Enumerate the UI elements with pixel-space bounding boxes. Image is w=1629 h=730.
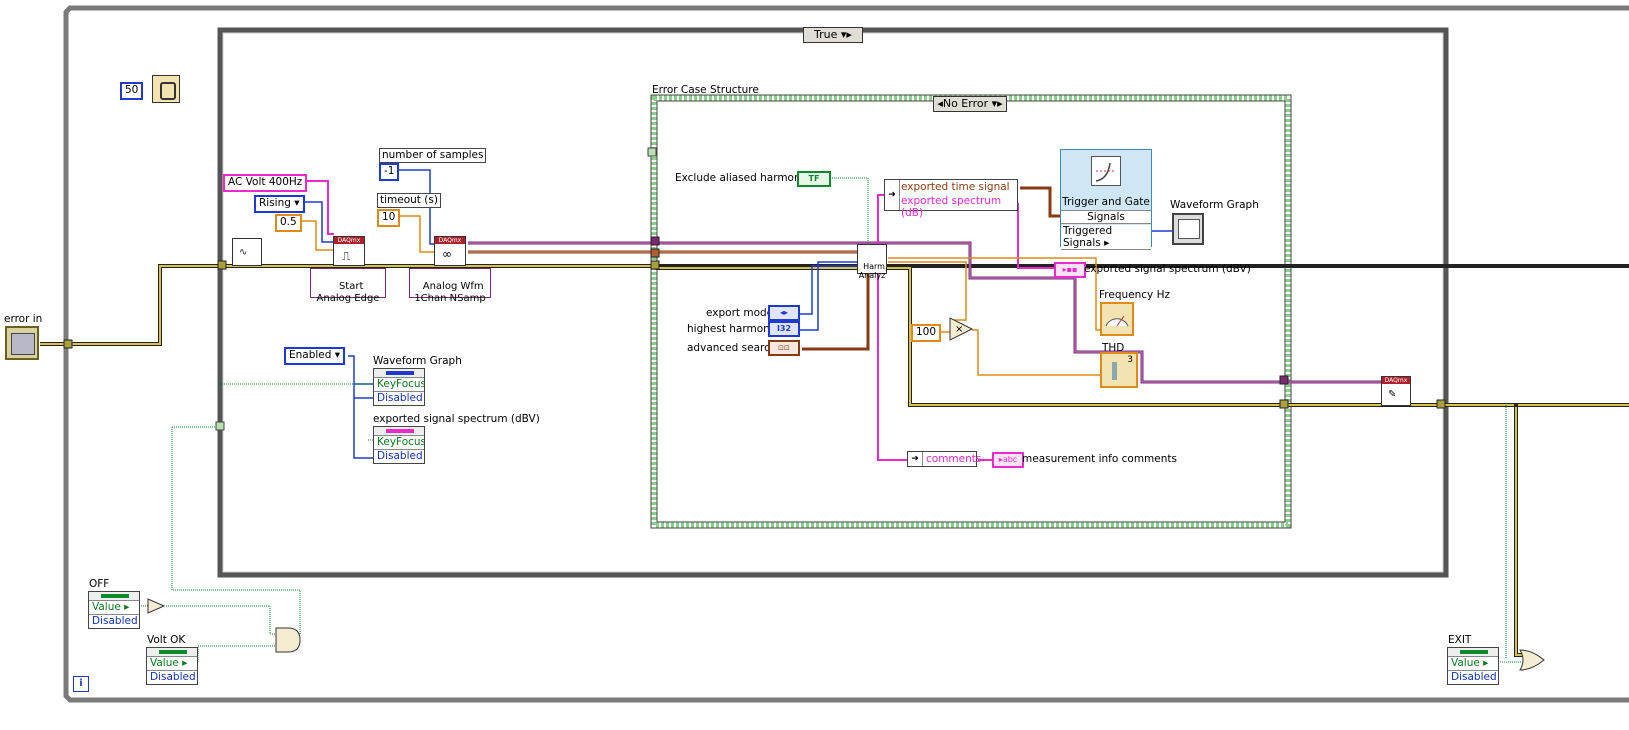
error-in-cluster-icon[interactable] — [5, 326, 39, 360]
graph1-property-node[interactable]: KeyFocus Disabled — [373, 368, 425, 406]
physical-channel-constant[interactable]: AC Volt 400Hz — [223, 174, 308, 192]
off-label: OFF — [89, 578, 110, 590]
waveform-graph-terminal-icon[interactable] — [1172, 213, 1204, 245]
frequency-label: Frequency Hz — [1099, 289, 1170, 301]
trigger-graph-icon — [1091, 156, 1121, 186]
trigger-triggered-label: Triggered Signals — [1063, 225, 1113, 249]
graph1-prop-label: Waveform Graph — [373, 355, 462, 367]
hundred-constant[interactable]: 100 — [911, 324, 942, 342]
frequency-gauge-icon[interactable] — [1100, 302, 1134, 336]
comments-indicator-label: measurement info comments — [1022, 453, 1177, 465]
export-mode-control[interactable]: ◂▸ — [768, 305, 800, 321]
graph2-disabled-row[interactable]: Disabled — [374, 450, 424, 463]
trigger-and-gate-express-vi[interactable]: Trigger and Gate Signals Triggered Signa… — [1060, 149, 1152, 250]
volt-ok-disabled-row[interactable]: Disabled — [147, 671, 197, 684]
trigger-title: Trigger and Gate — [1062, 196, 1150, 208]
volt-ok-value-label: Value — [150, 657, 179, 669]
block-diagram-wires — [40, 5, 1629, 703]
wait-timer-icon[interactable] — [152, 75, 180, 103]
off-property-node[interactable]: Value ▸ Disabled — [88, 591, 140, 629]
or-gate-shape — [1519, 649, 1545, 671]
exclude-aliased-label: Exclude aliased harmonics — [675, 172, 815, 184]
enabled-state-value: Enabled — [289, 349, 332, 361]
thd-meter-icon[interactable]: 3 — [1100, 352, 1138, 388]
daq-create-channel-icon[interactable]: ∿ — [232, 238, 262, 266]
off-value-row[interactable]: Value ▸ — [89, 601, 139, 615]
graph2-property-node[interactable]: KeyFocus Disabled — [373, 426, 425, 464]
multiply-icon: × — [955, 324, 964, 335]
outer-case-selector-value: True — [814, 28, 838, 41]
volt-ok-label: Volt OK — [147, 634, 186, 646]
off-disabled-row[interactable]: Disabled — [89, 615, 139, 628]
advanced-search-label: advanced search — [687, 342, 777, 354]
exported-spectrum-row[interactable]: exported spectrum (dB) — [901, 195, 1017, 219]
graph2-prop-label: exported signal spectrum (dBV) — [373, 413, 540, 425]
exit-value-row[interactable]: Value ▸ — [1448, 657, 1498, 671]
daq-read-selector[interactable]: Analog Wfm 1Chan NSamp — [409, 268, 491, 304]
outer-case-frame — [217, 27, 1449, 578]
not-gate-shape — [147, 598, 166, 614]
daq-start-trigger-selector[interactable]: Start Analog Edge — [310, 268, 386, 304]
daq-read-label: Analog Wfm 1Chan NSamp — [414, 281, 486, 304]
error-case-selector-value: No Error — [942, 97, 989, 110]
graph1-keyfocus-row[interactable]: KeyFocus — [374, 378, 424, 392]
harmonic-analyzer-express-vi[interactable]: Harm. Analyz — [857, 244, 888, 280]
iteration-terminal[interactable]: i — [73, 676, 89, 692]
error-case-label: Error Case Structure — [652, 84, 759, 96]
volt-ok-value-row[interactable]: Value ▸ — [147, 657, 197, 671]
export-mode-label: export mode — [706, 307, 774, 319]
volt-ok-property-node[interactable]: Value ▸ Disabled — [146, 647, 198, 685]
off-value-label: Value — [92, 601, 121, 613]
and-gate-shape — [275, 627, 301, 653]
trigger-slope-constant[interactable]: Rising ▾ — [254, 195, 305, 213]
highest-harmonic-label: highest harmonic — [687, 323, 779, 335]
daq-start-trigger-label: Start Analog Edge — [316, 281, 380, 304]
waveform-graph-label: Waveform Graph — [1170, 199, 1259, 211]
trigger-signals-row[interactable]: Signals — [1061, 210, 1151, 224]
exported-time-signal-row[interactable]: exported time signal — [901, 181, 1010, 193]
error-case-selector[interactable]: ◂No Error ▾▸ — [933, 96, 1007, 112]
timeout-constant[interactable]: 10 — [377, 209, 401, 227]
exit-disabled-row[interactable]: Disabled — [1448, 671, 1498, 684]
trigger-triggered-row[interactable]: Triggered Signals ▸ — [1061, 225, 1151, 250]
comments-row[interactable]: comments — [926, 453, 981, 465]
advanced-search-control[interactable]: ⊡⊡ — [768, 340, 800, 356]
outer-case-selector[interactable]: True ▾▸ — [803, 27, 863, 43]
daq-read-icon[interactable]: DAQmx ∞ — [434, 236, 466, 266]
wait-ms-constant[interactable]: 50 — [120, 82, 144, 100]
exclude-aliased-control[interactable]: TF — [797, 171, 831, 187]
trigger-level-constant[interactable]: 0.5 — [275, 214, 302, 232]
graph1-disabled-row[interactable]: Disabled — [374, 392, 424, 405]
comments-indicator[interactable]: ▸abc — [992, 452, 1024, 468]
thd-num: 3 — [1127, 355, 1133, 365]
graph2-keyfocus-row[interactable]: KeyFocus — [374, 436, 424, 450]
daq-start-trigger-icon[interactable]: DAQmx ⎍ — [333, 236, 365, 266]
daq-clear-task-icon[interactable]: DAQmx ✎ — [1381, 376, 1411, 406]
exit-label: EXIT — [1448, 634, 1472, 646]
exit-value-label: Value — [1451, 657, 1480, 669]
samples-label: number of samples — [379, 148, 487, 163]
comments-unbundle-node[interactable]: ➜ comments — [907, 451, 981, 467]
harmonic-analyzer-label: Harm. Analyz — [858, 262, 888, 280]
spectrum-indicator-label: exported signal spectrum (dBV) — [1084, 263, 1251, 275]
error-in-label: error in — [4, 313, 43, 325]
timeout-label: timeout (s) — [377, 193, 441, 208]
exit-property-node[interactable]: Value ▸ Disabled — [1447, 647, 1499, 685]
highest-harmonic-control[interactable]: I32 — [768, 321, 800, 337]
split-signals-node[interactable]: ➜ exported time signal exported spectrum… — [884, 179, 1018, 219]
enabled-state-constant[interactable]: Enabled ▾ — [284, 347, 346, 365]
spectrum-indicator-terminal[interactable]: ▸▪▪ — [1054, 262, 1086, 278]
trigger-slope-value: Rising — [259, 197, 291, 209]
samples-constant[interactable]: -1 — [379, 163, 400, 181]
